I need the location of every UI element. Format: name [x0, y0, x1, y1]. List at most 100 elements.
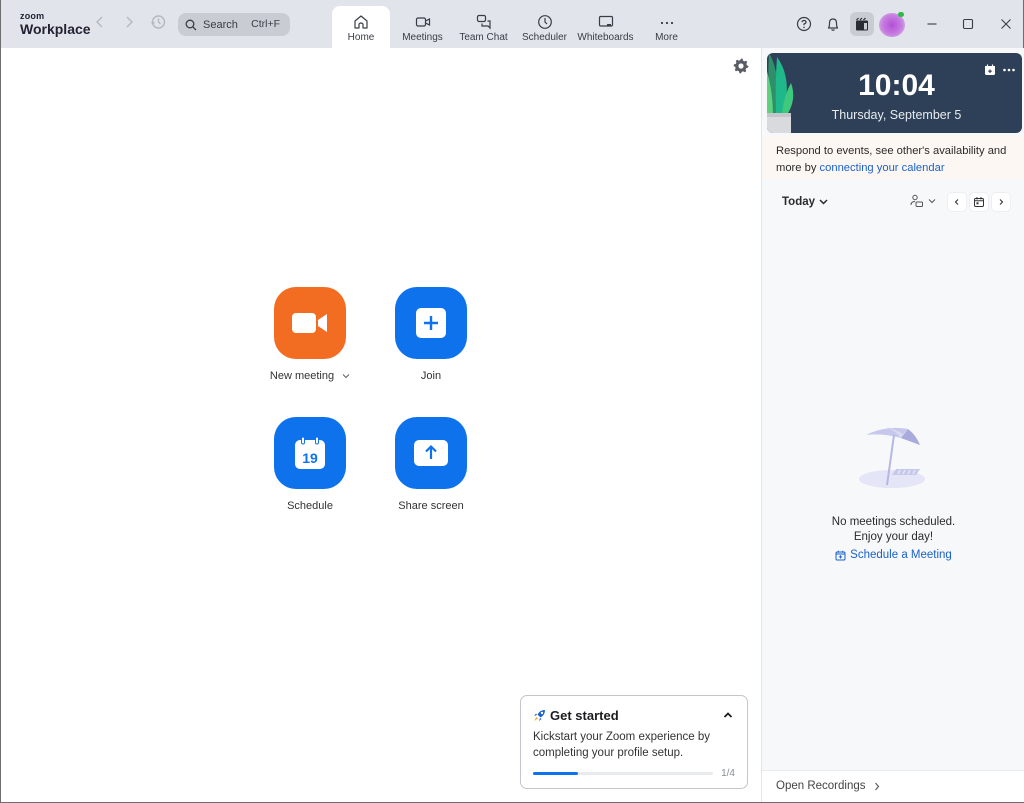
- search-shortcut: Ctrl+F: [251, 18, 280, 30]
- setup-progress-fill: [533, 772, 578, 775]
- whiteboard-icon: [598, 15, 613, 27]
- tab-home[interactable]: Home: [332, 6, 390, 48]
- search-icon: [185, 19, 197, 30]
- user-calendar-icon: [910, 194, 923, 207]
- plus-icon: [416, 308, 446, 338]
- calendar-add-icon: [835, 550, 846, 560]
- clock-icon: [537, 15, 552, 29]
- clock-date: Thursday, September 5: [831, 108, 962, 122]
- empty-state-line2: Enjoy your day!: [853, 531, 934, 543]
- maximize-icon: [962, 18, 974, 30]
- calendar-clapper-icon: [856, 17, 868, 31]
- schedule-meeting-label: Schedule a Meeting: [850, 549, 952, 561]
- collapse-button[interactable]: [721, 708, 735, 722]
- calendar-toolbar: Today: [762, 191, 1024, 217]
- help-button[interactable]: [792, 12, 816, 36]
- presence-status-indicator: [898, 12, 904, 17]
- more-dots-icon: [660, 21, 673, 25]
- next-day-button[interactable]: [992, 193, 1010, 211]
- chevron-left-icon: [954, 199, 959, 205]
- join-label: Join: [420, 370, 442, 382]
- title-bar: zoom Workplace Search Ctrl+F Home Meetin…: [1, 0, 1023, 48]
- empty-state-line1: No meetings scheduled.: [831, 516, 956, 528]
- history-icon: [151, 15, 166, 29]
- calendar-filter-dropdown[interactable]: [910, 194, 936, 208]
- chevron-up-icon: [723, 712, 733, 718]
- connect-calendar-banner: Respond to events, see other's availabil…: [763, 136, 1024, 180]
- share-screen-label: Share screen: [398, 500, 464, 512]
- open-recordings-label: Open Recordings: [776, 780, 866, 792]
- schedule-tile: 19: [274, 417, 346, 489]
- forward-button[interactable]: [119, 14, 139, 34]
- tab-scheduler[interactable]: Scheduler: [514, 6, 575, 48]
- recordings-footer: Open Recordings: [762, 770, 1024, 802]
- tab-label: Whiteboards: [577, 32, 634, 43]
- logo-zoom-text: zoom: [20, 11, 45, 21]
- maximize-button[interactable]: [958, 14, 978, 34]
- calendar-add-button[interactable]: [983, 63, 997, 77]
- new-meeting-button[interactable]: New meeting: [260, 287, 360, 382]
- home-icon: [354, 15, 368, 29]
- app-logo: zoom Workplace: [20, 11, 91, 37]
- back-button[interactable]: [90, 14, 110, 34]
- notifications-button[interactable]: [821, 12, 845, 36]
- chevron-down-icon: [928, 199, 936, 204]
- share-screen-tile: [395, 417, 467, 489]
- open-recordings-link[interactable]: Open Recordings: [776, 780, 880, 792]
- chevron-down-icon[interactable]: [342, 373, 350, 379]
- join-button[interactable]: Join: [381, 287, 481, 382]
- tab-label: More: [655, 32, 678, 43]
- help-icon: [796, 16, 812, 32]
- chevron-down-icon: [819, 199, 828, 205]
- tab-meetings[interactable]: Meetings: [392, 6, 453, 48]
- no-meetings-empty-state: No meetings scheduled. Enjoy your day! S…: [762, 423, 1024, 561]
- chevron-right-icon: [874, 782, 879, 790]
- schedule-button[interactable]: 19 Schedule: [260, 417, 360, 512]
- video-camera-icon: [292, 313, 327, 333]
- get-started-title: Get started: [550, 708, 619, 723]
- setup-progress-bar: [533, 772, 713, 775]
- pick-date-button[interactable]: [970, 193, 988, 211]
- previous-day-button[interactable]: [948, 193, 966, 211]
- beach-umbrella-illustration: [858, 427, 925, 488]
- tab-team-chat[interactable]: Team Chat: [453, 6, 514, 48]
- date-range-label: Today: [782, 196, 816, 208]
- new-meeting-label: New meeting: [269, 370, 335, 382]
- close-icon: [1001, 19, 1011, 29]
- share-screen-button[interactable]: Share screen: [381, 417, 481, 512]
- settings-button[interactable]: [732, 57, 750, 75]
- calendar-add-icon: [985, 64, 995, 75]
- chevron-left-icon: [96, 16, 103, 28]
- calendar-widget-button[interactable]: [850, 12, 874, 36]
- tab-label: Scheduler: [521, 32, 568, 43]
- setup-progress-count: 1/4: [721, 768, 735, 779]
- minimize-button[interactable]: [922, 14, 942, 34]
- rocket-icon: [534, 710, 545, 721]
- chevron-right-icon: [126, 16, 133, 28]
- history-button[interactable]: [148, 14, 168, 34]
- gear-icon: [733, 58, 749, 74]
- clock-more-button[interactable]: [1002, 63, 1016, 77]
- tab-more[interactable]: More: [636, 6, 697, 48]
- tab-whiteboards[interactable]: Whiteboards: [575, 6, 636, 48]
- schedule-label: Schedule: [287, 500, 333, 512]
- minimize-icon: [927, 23, 937, 25]
- schedule-meeting-link[interactable]: Schedule a Meeting: [762, 549, 1024, 561]
- close-window-button[interactable]: [996, 14, 1016, 34]
- tab-label: Home: [347, 32, 375, 43]
- search-placeholder: Search: [203, 18, 238, 31]
- new-meeting-tile: [274, 287, 346, 359]
- date-range-dropdown[interactable]: Today: [782, 196, 828, 208]
- chat-bubbles-icon: [476, 14, 491, 30]
- search-input[interactable]: Search Ctrl+F: [178, 13, 290, 36]
- calendar-side-panel: 10:04 Thursday, September 5 Respond to e…: [761, 48, 1024, 802]
- tab-label: Team Chat: [459, 32, 508, 43]
- calendar-icon: 19: [295, 437, 325, 469]
- share-upload-icon: [414, 440, 448, 466]
- more-dots-icon: [1003, 68, 1015, 72]
- video-camera-icon: [415, 17, 430, 27]
- tab-label: Meetings: [402, 32, 443, 43]
- main-tabs: Home Meetings Team Chat Scheduler Whiteb…: [332, 6, 697, 48]
- connect-calendar-link[interactable]: connecting your calendar: [820, 162, 945, 174]
- join-tile: [395, 287, 467, 359]
